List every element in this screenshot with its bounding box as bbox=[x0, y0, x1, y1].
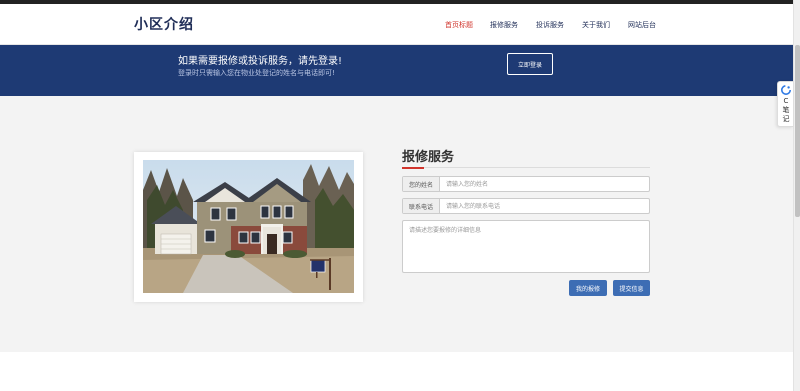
title-divider bbox=[402, 167, 650, 168]
c-note-icon bbox=[781, 85, 791, 95]
name-label: 您的姓名 bbox=[403, 177, 440, 191]
phone-field-group: 联系电话 bbox=[402, 198, 650, 214]
name-field-group: 您的姓名 bbox=[402, 176, 650, 192]
nav-home[interactable]: 首页标题 bbox=[445, 20, 473, 30]
scrollbar-thumb[interactable] bbox=[795, 45, 800, 217]
title-divider-accent bbox=[402, 167, 424, 169]
c-note-widget[interactable]: C 笔 记 bbox=[777, 81, 793, 127]
my-repairs-button[interactable]: 我的报修 bbox=[569, 280, 607, 296]
name-input[interactable] bbox=[440, 177, 649, 191]
nav-repair[interactable]: 报修服务 bbox=[490, 20, 518, 30]
service-title: 报修服务 bbox=[402, 150, 455, 165]
nav-complaint[interactable]: 投诉服务 bbox=[536, 20, 564, 30]
site-header: 小区介绍 首页标题 报修服务 投诉服务 关于我们 网站后台 bbox=[0, 4, 793, 45]
repair-detail-textarea[interactable] bbox=[402, 220, 650, 273]
phone-label: 联系电话 bbox=[403, 199, 440, 213]
site-logo[interactable]: 小区介绍 bbox=[134, 14, 194, 34]
photo-card bbox=[134, 152, 363, 302]
login-banner: 如果需要报修或投诉服务，请先登录! 登录时只需输入您在物业处登记的姓名与电话即可… bbox=[0, 45, 793, 96]
nav-admin[interactable]: 网站后台 bbox=[628, 20, 656, 30]
banner-subtitle: 登录时只需输入您在物业处登记的姓名与电话即可! bbox=[178, 69, 335, 77]
house-photo bbox=[143, 160, 354, 293]
page-scrollbar[interactable] bbox=[793, 0, 800, 391]
submit-button[interactable]: 提交信息 bbox=[613, 280, 650, 296]
footer bbox=[0, 352, 793, 391]
c-note-label: C 笔 记 bbox=[782, 97, 790, 123]
page: 小区介绍 首页标题 报修服务 投诉服务 关于我们 网站后台 如果需要报修或投诉服… bbox=[0, 0, 800, 391]
nav-about[interactable]: 关于我们 bbox=[582, 20, 610, 30]
phone-input[interactable] bbox=[440, 199, 649, 213]
house-illustration bbox=[143, 160, 354, 293]
main-content: 报修服务 您的姓名 联系电话 我的报修 提交信息 bbox=[0, 96, 793, 352]
banner-title: 如果需要报修或投诉服务，请先登录! bbox=[178, 56, 343, 67]
login-button[interactable]: 立即登录 bbox=[507, 53, 553, 75]
